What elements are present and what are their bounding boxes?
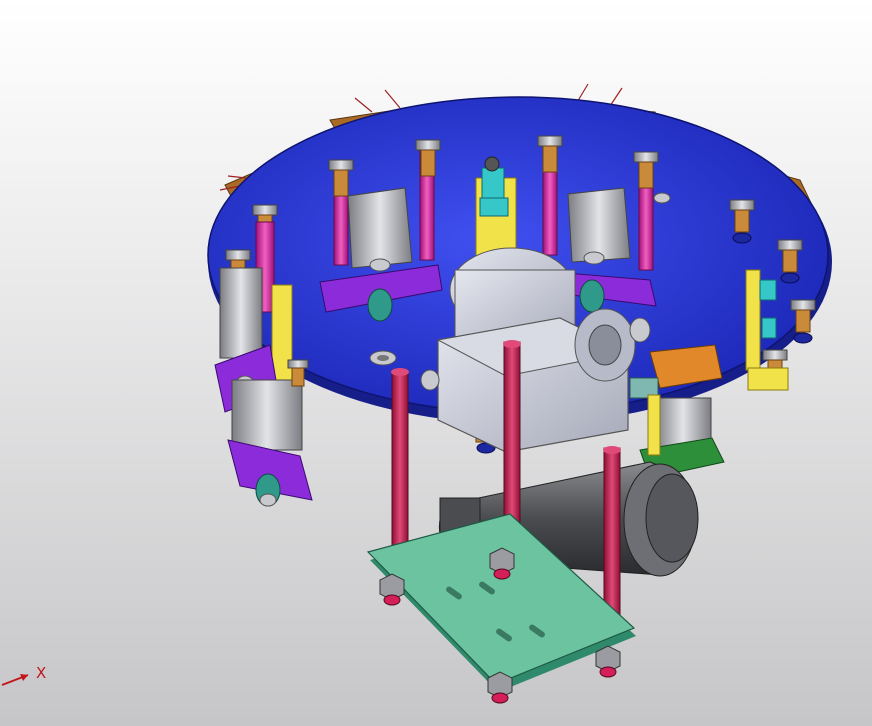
cad-viewport[interactable]: X xyxy=(0,0,872,726)
x-axis-label: X xyxy=(36,664,47,682)
axis-triad-icon xyxy=(1,674,29,686)
assembly-model[interactable] xyxy=(0,0,872,726)
